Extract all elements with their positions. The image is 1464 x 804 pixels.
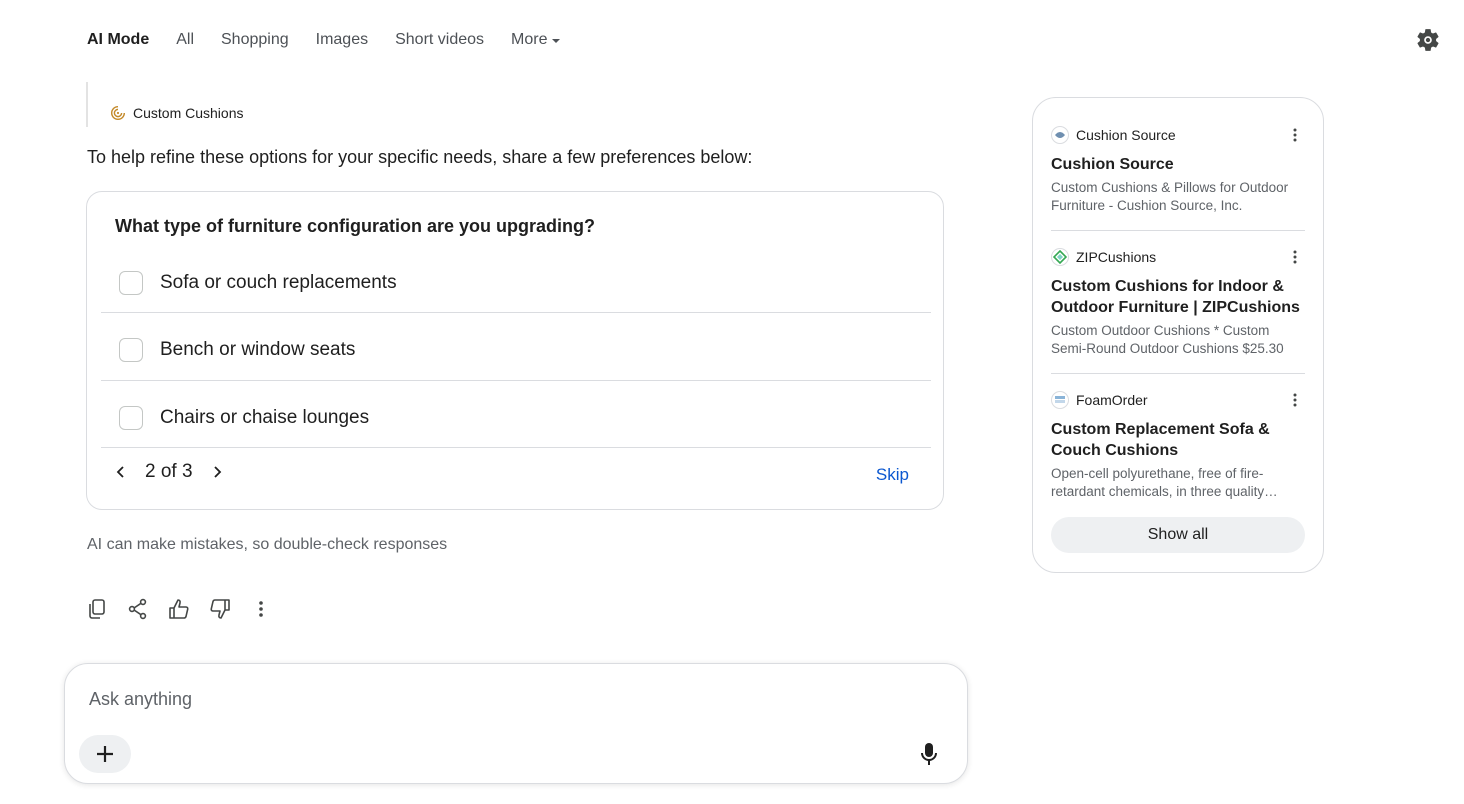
sources-panel: Cushion Source Cushion Source Custom Cus… [1032, 97, 1324, 573]
tab-images[interactable]: Images [316, 31, 368, 49]
page: AI Mode All Shopping Images Short videos… [0, 0, 1464, 804]
source-snippet: Open-cell polyurethane, free of fire-ret… [1051, 466, 1265, 499]
top-nav: AI Mode All Shopping Images Short videos… [87, 28, 587, 52]
source-site-name: FoamOrder [1076, 392, 1148, 408]
plus-icon [97, 746, 113, 762]
checkbox[interactable] [119, 270, 143, 295]
question-card: What type of furniture configuration are… [86, 191, 944, 510]
source-card[interactable]: Cushion Source Cushion Source Custom Cus… [1051, 125, 1307, 215]
source-site-name: Cushion Source [1076, 127, 1176, 143]
ask-input[interactable] [87, 684, 891, 714]
copy-icon [89, 599, 105, 619]
next-button[interactable] [205, 460, 229, 484]
source-title[interactable]: Cushion Source [1051, 154, 1307, 175]
chevron-right-icon [213, 466, 221, 478]
tab-more[interactable]: More [511, 31, 561, 49]
share-icon [128, 598, 147, 620]
thumbs-up-button[interactable] [168, 597, 190, 621]
show-all-button[interactable]: Show all [1051, 517, 1305, 553]
tab-ai-mode[interactable]: AI Mode [87, 31, 149, 49]
source-menu-button[interactable] [1289, 248, 1301, 266]
source-card[interactable]: ZIPCushions Custom Cushions for Indoor &… [1051, 247, 1307, 358]
more-vert-icon [1293, 250, 1297, 264]
swirl-logo-icon [110, 105, 126, 121]
option-divider [101, 312, 931, 313]
zipcushions-favicon-icon [1051, 248, 1069, 266]
source-quote-bar [86, 82, 88, 127]
thumbs-down-icon [210, 599, 230, 619]
foamorder-favicon-icon [1051, 391, 1069, 409]
option-label: Bench or window seats [160, 338, 356, 360]
more-vert-icon [1293, 393, 1297, 407]
option-label: Sofa or couch replacements [160, 271, 397, 293]
more-vert-icon [1293, 128, 1297, 142]
source-snippet: Custom Cushions & Pillows for Outdoor Fu… [1051, 180, 1289, 213]
disclaimer-text: AI can make mistakes, so double-check re… [87, 536, 448, 553]
response-actions [86, 597, 291, 621]
option-bench[interactable]: Bench or window seats [101, 316, 931, 383]
tab-more-label: More [511, 31, 548, 48]
source-chip-label: Custom Cushions [133, 105, 244, 121]
tab-short-videos[interactable]: Short videos [395, 31, 484, 49]
thumbs-up-icon [169, 599, 189, 619]
source-snippet: Custom Outdoor Cushions * Custom Semi-Ro… [1051, 323, 1284, 356]
share-button[interactable] [127, 597, 149, 621]
option-chairs[interactable]: Chairs or chaise lounges [101, 384, 931, 451]
source-divider [1051, 373, 1305, 374]
option-divider [101, 447, 931, 448]
copy-button[interactable] [86, 597, 108, 621]
question-title: What type of furniture configuration are… [115, 216, 595, 236]
source-chip[interactable]: Custom Cushions [109, 104, 244, 122]
source-title[interactable]: Custom Cushions for Indoor & Outdoor Fur… [1051, 276, 1307, 318]
source-divider [1051, 230, 1305, 231]
option-divider [101, 380, 931, 381]
source-site-name: ZIPCushions [1076, 249, 1157, 265]
pager-count: 2 of 3 [145, 461, 193, 482]
gear-icon [1417, 29, 1439, 51]
add-button[interactable] [79, 735, 131, 773]
thumbs-down-button[interactable] [209, 597, 231, 621]
prev-button[interactable] [109, 460, 133, 484]
caret-down-icon [552, 39, 561, 43]
settings-button[interactable] [1415, 27, 1441, 53]
tab-all[interactable]: All [176, 31, 194, 49]
voice-button[interactable] [913, 736, 945, 772]
checkbox[interactable] [119, 405, 143, 430]
pager: 2 of 3 [109, 460, 229, 484]
tab-shopping[interactable]: Shopping [221, 31, 289, 49]
checkbox[interactable] [119, 337, 143, 362]
more-options-button[interactable] [250, 597, 272, 621]
skip-button[interactable]: Skip [876, 465, 909, 485]
more-vert-icon [259, 601, 263, 617]
cushion-source-favicon-icon [1051, 126, 1069, 144]
intro-text: To help refine these options for your sp… [87, 147, 753, 167]
chevron-left-icon [116, 466, 124, 478]
source-card[interactable]: FoamOrder Custom Replacement Sofa & Couc… [1051, 390, 1307, 501]
source-menu-button[interactable] [1289, 391, 1301, 409]
source-menu-button[interactable] [1289, 126, 1301, 144]
microphone-icon [921, 743, 937, 765]
ask-box [64, 663, 968, 784]
option-sofa[interactable]: Sofa or couch replacements [101, 249, 931, 316]
source-title[interactable]: Custom Replacement Sofa & Couch Cushions [1051, 419, 1307, 461]
option-label: Chairs or chaise lounges [160, 406, 370, 428]
